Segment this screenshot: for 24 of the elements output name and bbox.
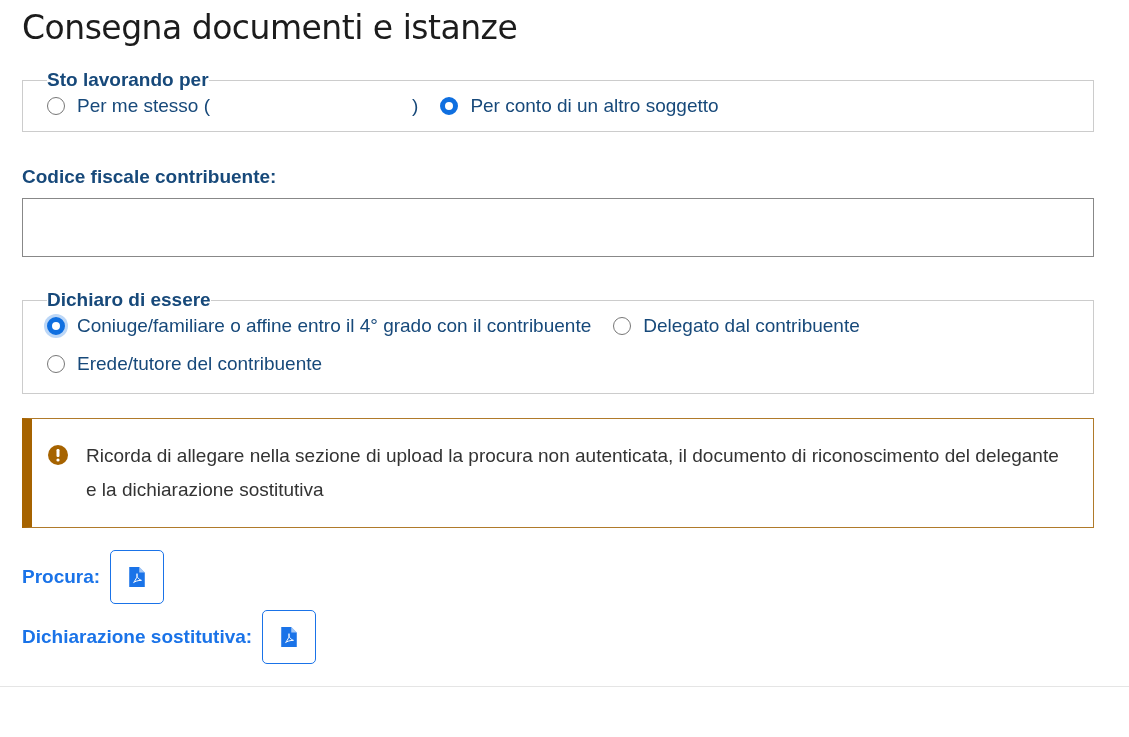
alert-text: Ricorda di allegare nella sezione di upload la procura non autenticata, il documento di riconoscimento del delegante e la dichiarazione sostitutiva [86,444,1060,502]
group-legend: Sto lavorando per [47,69,209,91]
radio-button[interactable] [47,355,65,373]
radio-button[interactable] [47,97,65,115]
tax-code-field[interactable] [22,198,1094,257]
option-label[interactable]: Coniuge/familiare o affine entro il 4° grado con il contribuente [77,315,592,337]
option-label-end: ) [412,95,419,117]
page-title: Consegna documenti e istanze [22,8,519,47]
exclamation-icon [48,445,68,465]
group-legend: Dichiaro di essere [47,289,211,311]
pdf-button[interactable] [110,550,165,604]
radio-button[interactable] [613,317,632,335]
field-label: Codice fiscale contribuente: [22,166,278,188]
attachment-label: Dichiarazione sostitutiva: [22,626,253,648]
option-label[interactable]: Per me stesso ( [77,95,211,117]
pdf-file-icon [129,567,146,587]
option-label[interactable]: Erede/tutore del contribuente [77,353,323,375]
option-label[interactable]: Per conto di un altro soggetto [470,95,719,117]
radio-button[interactable] [440,97,459,115]
pdf-button[interactable] [262,610,317,664]
option-label[interactable]: Delegato dal contribuente [643,315,860,337]
radio-button[interactable] [47,317,65,335]
attachment-label: Procura: [22,566,101,588]
pdf-file-icon [281,627,298,647]
